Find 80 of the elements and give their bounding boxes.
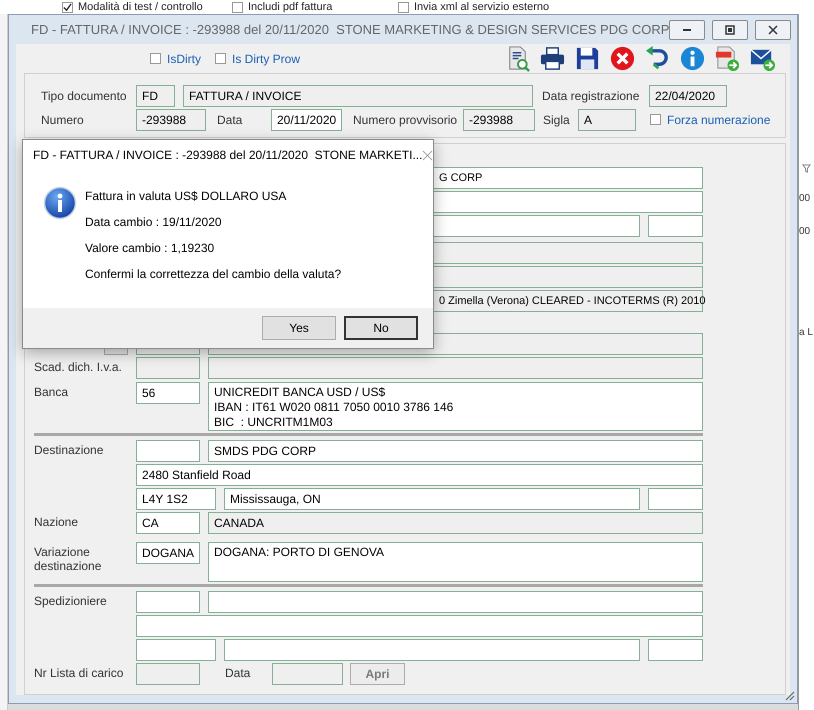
field-label: Data	[225, 665, 252, 680]
input-field[interactable]	[136, 663, 200, 685]
dialog-message: Valore cambio : 1,19230	[85, 241, 216, 256]
input-field[interactable]: FD	[136, 84, 175, 106]
input-field[interactable]	[648, 639, 703, 661]
forza-checkbox[interactable]: Forza numerazione	[650, 112, 770, 126]
input-field[interactable]	[208, 357, 703, 379]
cell-text: 00	[799, 193, 810, 204]
dialog-button[interactable]: No	[344, 316, 418, 340]
checkbox[interactable]	[62, 2, 73, 12]
field-label: Sigla	[543, 112, 571, 126]
input-field[interactable]	[272, 663, 343, 685]
option-label: Includi pdf fattura	[248, 1, 332, 13]
maximize-icon	[724, 24, 736, 36]
window-title: FD - FATTURA / INVOICE : -293988 del 20/11/2020 STONE MARKETING & DESIGN SERVICES PDG CORP	[31, 22, 670, 37]
input-field[interactable]: 56	[136, 382, 200, 404]
input-field[interactable]: L4Y 1S2	[136, 488, 216, 510]
input-field[interactable]: 2480 Stanfield Road	[136, 464, 703, 486]
input-field[interactable]	[136, 357, 200, 379]
input-field[interactable]	[208, 591, 703, 613]
input-field[interactable]: SMDS PDG CORP	[208, 440, 703, 462]
input-field[interactable]: CANADA	[208, 512, 703, 534]
input-field[interactable]: FATTURA / INVOICE	[183, 84, 533, 106]
field-label: Numero	[41, 112, 85, 126]
input-field[interactable]	[136, 591, 200, 613]
field-label: Spedizioniere	[34, 593, 107, 608]
close-icon	[767, 24, 780, 36]
printer-icon[interactable]	[539, 45, 566, 72]
option-label: Modalità di test / controllo	[78, 1, 203, 13]
checkbox[interactable]	[398, 2, 409, 12]
field-label: Numero provvisorio	[353, 112, 458, 126]
date-field[interactable]: 22/04/2020	[649, 84, 727, 106]
field-label: Data	[217, 112, 244, 126]
input-field[interactable]	[136, 440, 200, 462]
undo-icon[interactable]	[644, 45, 671, 72]
close-icon[interactable]	[422, 150, 434, 160]
save-icon[interactable]	[574, 45, 601, 72]
text-area[interactable]: DOGANA: PORTO DI GENOVA	[208, 542, 703, 582]
flag-checkbox[interactable]: Is Dirty Prow	[215, 52, 300, 66]
delete-icon[interactable]	[609, 45, 636, 72]
resize-grip-icon[interactable]	[783, 689, 795, 701]
dialog-message: Fattura in valuta US$ DOLLARO USA	[85, 189, 288, 204]
field-label: Nazione	[34, 514, 78, 529]
input-field[interactable]: DOGANA	[136, 542, 200, 564]
filter-icon[interactable]	[802, 164, 811, 173]
input-field[interactable]: -293988	[136, 108, 206, 130]
input-field[interactable]	[136, 615, 703, 637]
maximize-button[interactable]	[712, 20, 748, 40]
document-export-icon[interactable]	[714, 45, 741, 72]
cell-text: a L	[799, 327, 813, 338]
dialog-message: Data cambio : 19/11/2020	[85, 215, 223, 230]
field-label: Variazione destinazione	[34, 544, 102, 573]
input-field[interactable]	[648, 215, 703, 237]
input-field[interactable]: -293988	[463, 108, 535, 130]
minimize-button[interactable]	[669, 20, 706, 40]
flag-checkbox[interactable]: IsDirty	[150, 52, 201, 66]
dialog-message: Confermi la correttezza del cambio della valuta?	[85, 267, 342, 282]
date-field[interactable]: 20/11/2020	[271, 108, 342, 130]
input-field[interactable]: Mississauga, ON	[224, 488, 640, 510]
input-field[interactable]: CA	[136, 512, 200, 534]
input-field[interactable]	[136, 639, 216, 661]
field-label: Banca	[34, 384, 68, 399]
close-button[interactable]	[755, 20, 792, 40]
input-field[interactable]	[224, 639, 640, 661]
dialog-button[interactable]: Yes	[262, 316, 336, 340]
field-label: Nr Lista di carico	[34, 665, 124, 680]
field-label: Scad. dich. I.v.a.	[34, 359, 122, 374]
input-field[interactable]	[648, 488, 703, 510]
minimize-icon	[683, 28, 692, 30]
info-icon	[43, 186, 77, 220]
field-label: Tipo documento	[41, 88, 128, 102]
text-area[interactable]: UNICREDIT BANCA USD / US$ IBAN : IT61 W020 0811 7050 0010 3786 146 BIC : UNCRITM1M03	[208, 382, 703, 431]
info-icon[interactable]	[679, 45, 706, 72]
input-field[interactable]: A	[578, 108, 636, 130]
field-label: Destinazione	[34, 442, 104, 457]
field-label: Data registrazione	[542, 88, 640, 102]
checkbox[interactable]	[232, 2, 243, 12]
dialog-title: FD - FATTURA / INVOICE : -293988 del 20/11/2020 STONE MARKETI...	[33, 148, 422, 162]
cell-text: 00	[799, 226, 810, 237]
option-label: Invia xml al servizio esterno	[414, 1, 550, 13]
